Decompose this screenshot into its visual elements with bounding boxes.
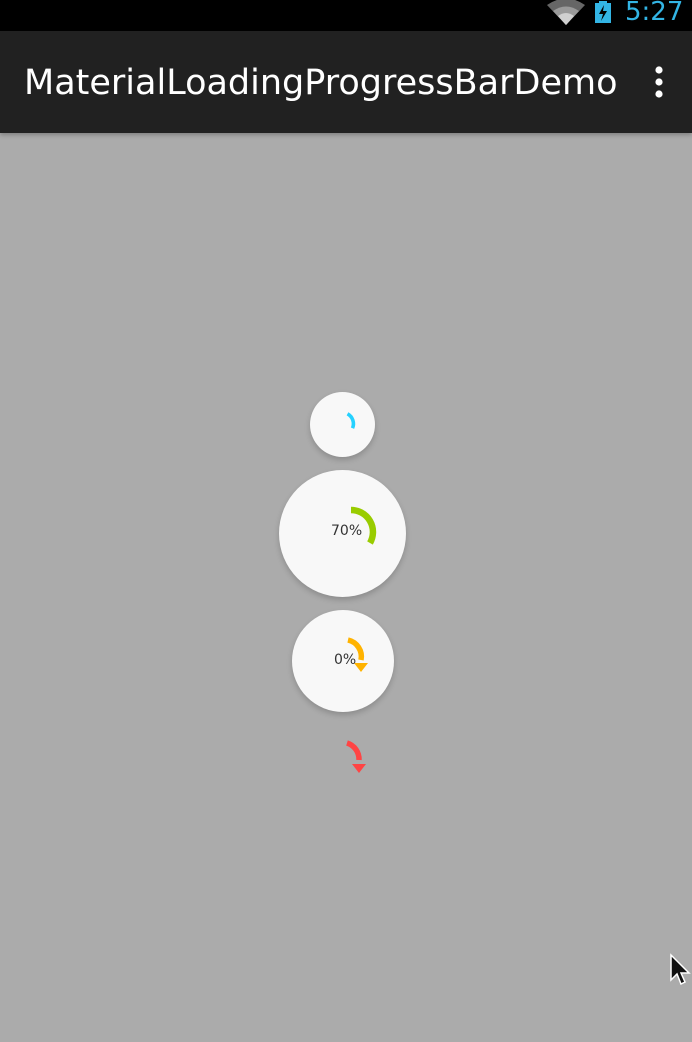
app-title: MaterialLoadingProgressBarDemo <box>24 63 618 103</box>
loader-large: 70% <box>279 470 406 597</box>
battery-charging-icon <box>595 1 611 23</box>
overflow-menu-icon[interactable] <box>646 65 672 101</box>
content-area: 70% 0% <box>0 133 692 1042</box>
status-clock: 5:27 <box>625 0 684 27</box>
progress-percent: 70% <box>331 523 363 539</box>
refresh-arrow-icon <box>345 740 366 773</box>
wifi-icon <box>547 0 585 25</box>
action-bar: MaterialLoadingProgressBarDemo <box>0 31 692 133</box>
mouse-pointer-icon <box>670 953 691 986</box>
progress-arc-icon <box>346 412 356 429</box>
app-screen: 5:27 MaterialLoadingProgressBarDemo 70% <box>0 0 692 1042</box>
progress-percent: 0% <box>334 652 357 668</box>
loader-medium: 0% <box>292 610 394 712</box>
loader-small <box>310 392 375 457</box>
status-bar: 5:27 <box>0 0 692 31</box>
